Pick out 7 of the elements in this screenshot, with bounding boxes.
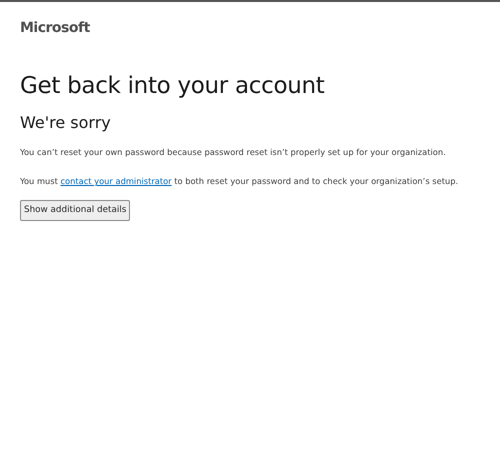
page-title: Get back into your account — [20, 73, 326, 101]
logo: Microsoft — [20, 19, 91, 38]
show-details-button[interactable]: Show additional details — [20, 200, 130, 221]
subtitle: We're sorry — [20, 112, 112, 132]
instruction-text: You must contact your administrator to both reset your password and to check your organization’s setup. — [20, 175, 460, 188]
contact-admin-link[interactable]: contact your administrator — [60, 176, 172, 186]
error-message: You can’t reset your own password because password reset isn’t properly set up for your organization. — [20, 146, 447, 158]
